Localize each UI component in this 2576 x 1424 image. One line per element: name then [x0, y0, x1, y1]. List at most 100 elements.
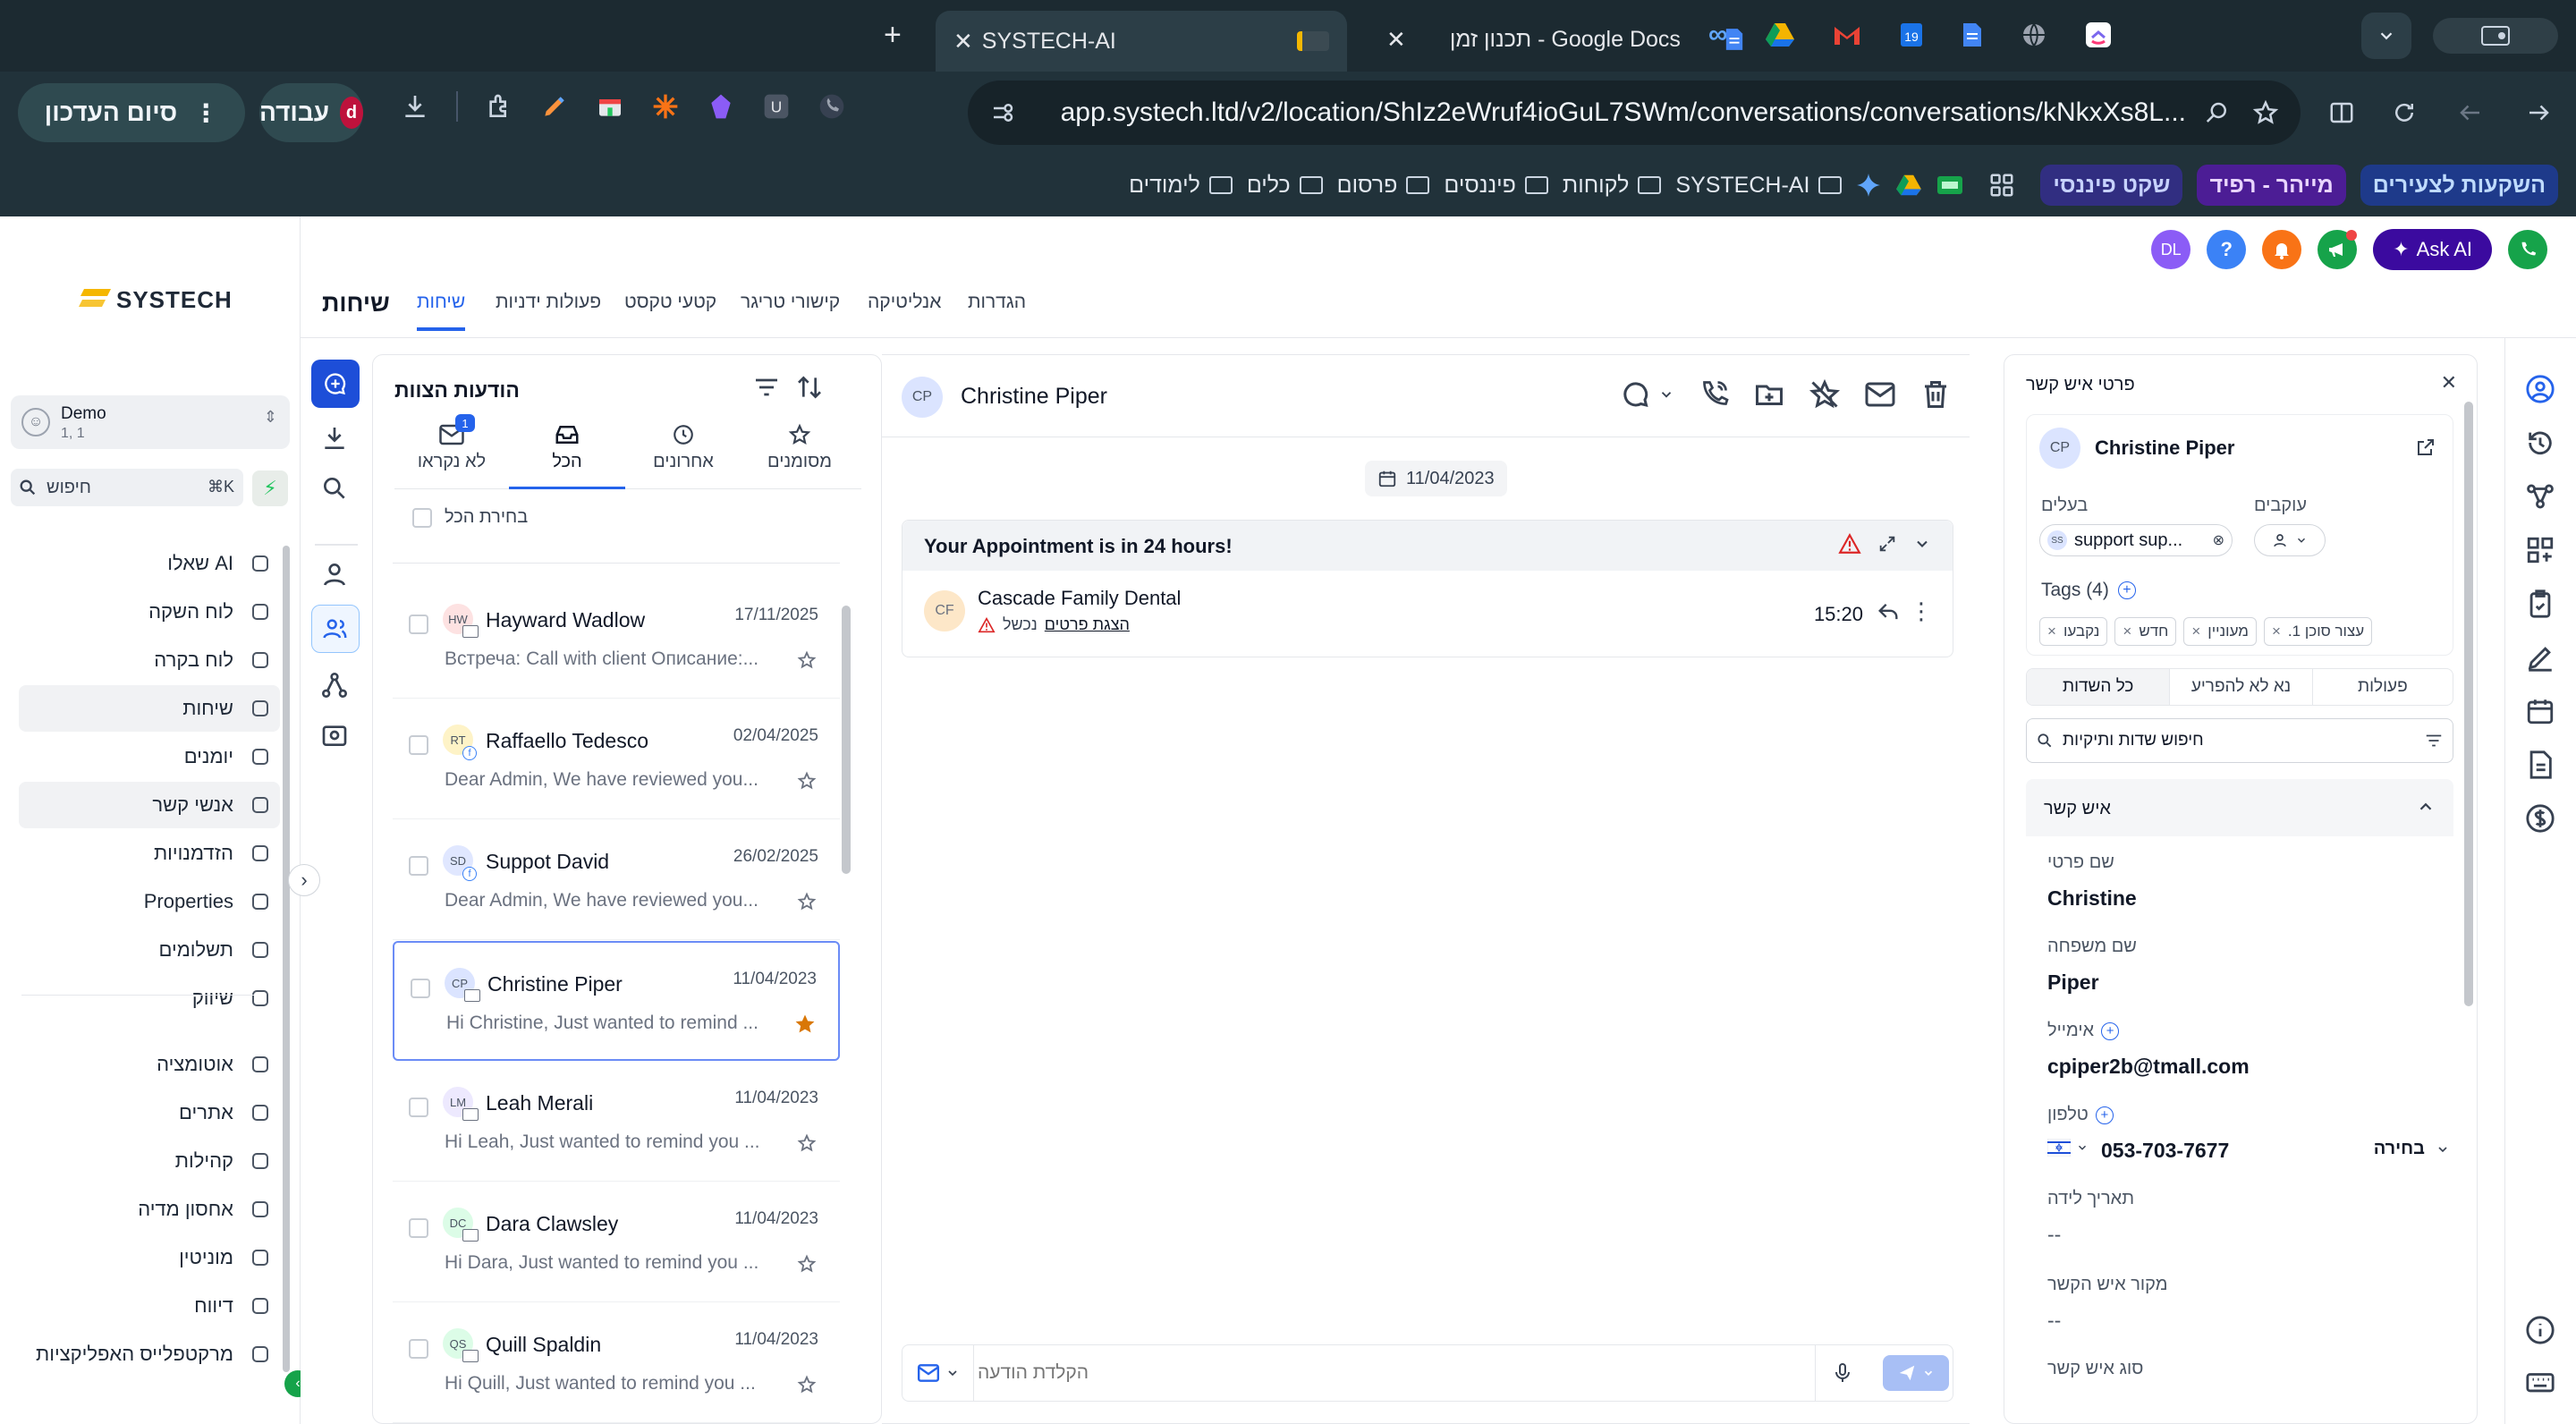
new-message-icon[interactable]	[311, 360, 360, 408]
tab-starred[interactable]: מסומנים	[741, 423, 858, 489]
tab-dnd[interactable]: נא לא להפריע	[2169, 669, 2311, 705]
clickup-icon[interactable]	[2085, 21, 2112, 48]
tab-all-fields[interactable]: כל השדות	[2027, 669, 2170, 705]
gem-extension-icon[interactable]	[707, 92, 735, 121]
bookmark-star-icon[interactable]	[2252, 99, 2279, 126]
zoom-icon[interactable]	[2204, 99, 2231, 126]
owner-select[interactable]: SS support sup... ⊗	[2039, 524, 2233, 556]
sheets-icon[interactable]	[1936, 174, 1963, 197]
sidebar-item[interactable]: קהילות	[19, 1138, 280, 1184]
sidebar-item[interactable]: מוניטין	[19, 1234, 280, 1281]
sidebar-item[interactable]: שיווק	[19, 975, 280, 1021]
conversation-row[interactable]: LM Leah Merali 11/04/2023 Hi Leah, Just wan…	[393, 1062, 840, 1182]
sidebar-item[interactable]: לוח בקרה	[19, 637, 280, 683]
reply-icon[interactable]	[1876, 599, 1901, 624]
profile-switcher[interactable]	[2433, 18, 2558, 54]
row-checkbox[interactable]	[409, 735, 428, 755]
sidebar-item[interactable]: לוח השקה	[19, 589, 280, 635]
reload-icon[interactable]	[2381, 89, 2428, 136]
details-link[interactable]: הצגת פרטים	[1045, 615, 1130, 634]
details-scrollbar[interactable]	[2464, 402, 2473, 1006]
download-icon[interactable]	[401, 92, 429, 121]
remove-icon[interactable]: ⊗	[2213, 531, 2224, 549]
remove-icon[interactable]: ×	[2047, 623, 2056, 640]
row-checkbox[interactable]	[409, 1098, 428, 1117]
filter-icon[interactable]	[2424, 731, 2444, 750]
conversation-row[interactable]: DC Dara Clawsley 11/04/2023 Hi Dara, Just w…	[393, 1182, 840, 1302]
star-icon[interactable]	[797, 1133, 817, 1153]
calendar-icon[interactable]	[2525, 696, 2555, 726]
new-tab-button[interactable]: +	[884, 18, 902, 53]
trash-icon[interactable]	[1919, 378, 1952, 411]
inbox-download-icon[interactable]	[320, 424, 349, 453]
sidebar-item[interactable]: שיחות	[19, 685, 280, 732]
row-checkbox[interactable]	[411, 979, 430, 998]
conversation-row[interactable]: RT f Raffaello Tedesco 02/04/2025 Dear Admin…	[393, 699, 840, 819]
add-field-icon[interactable]: +	[2095, 1106, 2114, 1124]
browser-tab-systech[interactable]: ✕ SYSTECH-AI	[936, 11, 1347, 72]
channel-select[interactable]	[902, 1345, 974, 1401]
tab-search-button[interactable]	[2361, 13, 2411, 59]
country-select[interactable]	[2047, 1139, 2089, 1157]
bookmark-folder[interactable]: כלים	[1247, 173, 1323, 199]
docs-icon[interactable]	[1962, 21, 1983, 48]
bookmark-folder[interactable]: פיננסים	[1444, 173, 1548, 199]
row-checkbox[interactable]	[409, 1339, 428, 1359]
drive-icon[interactable]	[1765, 21, 1795, 48]
browser-tab-docs[interactable]: ✕ תכנון זמן - Google Docs	[1368, 11, 1762, 68]
phone-call-icon[interactable]	[1698, 378, 1730, 411]
fields-search[interactable]: חיפוש שדות ותיקיות	[2026, 718, 2453, 763]
tag-chip[interactable]: מעוניין ×	[2183, 617, 2257, 646]
phone-icon[interactable]	[2508, 230, 2547, 269]
tag-chip[interactable]: חדש ×	[2114, 617, 2177, 646]
more-vertical-icon[interactable]: ⋮	[1910, 598, 1933, 625]
close-icon[interactable]: ✕	[953, 28, 973, 55]
u-extension-icon[interactable]: U	[762, 92, 791, 121]
document-icon[interactable]	[2525, 750, 2555, 780]
team-icon[interactable]	[311, 605, 360, 653]
sidebar-item[interactable]: שאלו AI	[19, 540, 280, 587]
pen-icon[interactable]	[2525, 642, 2555, 673]
store-extension-icon[interactable]	[596, 92, 624, 121]
star-icon[interactable]	[797, 1375, 817, 1394]
appointment-banner[interactable]: Your Appointment is in 24 hours!	[902, 521, 1953, 571]
followers-select[interactable]	[2254, 524, 2326, 556]
workflow-icon[interactable]	[320, 671, 349, 699]
tab-trigger-links[interactable]: קישורי טריגר	[741, 292, 840, 313]
bookmark-chip[interactable]: השקעות לצעירים	[2360, 165, 2558, 206]
close-icon[interactable]: ✕	[2441, 371, 2457, 394]
expand-icon[interactable]	[1877, 534, 1897, 554]
row-checkbox[interactable]	[409, 615, 428, 634]
notifications-bell-icon[interactable]	[2262, 230, 2302, 269]
remove-icon[interactable]: ×	[2123, 623, 2131, 640]
quick-action-button[interactable]: ⚡	[252, 470, 288, 506]
apps-grid-icon[interactable]	[1988, 172, 2015, 199]
sidebar-item[interactable]: אחסון מדיה	[19, 1186, 280, 1233]
dollar-icon[interactable]	[2525, 803, 2555, 834]
folder-plus-icon[interactable]	[1753, 378, 1785, 411]
star-icon[interactable]	[797, 650, 817, 670]
sidebar-item[interactable]: אתרים	[19, 1089, 280, 1136]
field-value[interactable]: Piper	[2047, 971, 2099, 995]
tab-unread[interactable]: 1 לא נקראו	[394, 414, 509, 489]
tab-recent[interactable]: אחרונים	[625, 423, 741, 489]
history-icon[interactable]	[2525, 428, 2555, 458]
calendar-app-icon[interactable]: 19	[1899, 21, 1924, 48]
phone-type-select[interactable]: בחירה	[2374, 1139, 2450, 1159]
tab-actions[interactable]: פעולות	[2311, 669, 2453, 705]
sidebar-item[interactable]: הזדמנויות	[19, 830, 280, 877]
archive-icon[interactable]	[320, 721, 349, 750]
profile-chip[interactable]: עבודה d	[259, 83, 363, 142]
row-checkbox[interactable]	[409, 1218, 428, 1238]
sidebar-item[interactable]: דיווח	[19, 1283, 280, 1329]
chevron-up-icon[interactable]	[2416, 797, 2436, 817]
select-all[interactable]: בחירת הכל	[412, 507, 528, 528]
person-icon[interactable]	[320, 560, 349, 589]
sidebar-item[interactable]: תשלומים	[19, 927, 280, 973]
sidebar-item[interactable]: אוטומציה	[19, 1041, 280, 1088]
sidebar-scrollbar[interactable]	[283, 546, 290, 1372]
workflow-icon[interactable]	[2525, 481, 2555, 512]
open-external-icon[interactable]	[2415, 437, 2436, 458]
tab-settings[interactable]: הגדרות	[968, 292, 1026, 313]
site-settings-icon[interactable]	[989, 99, 1016, 126]
